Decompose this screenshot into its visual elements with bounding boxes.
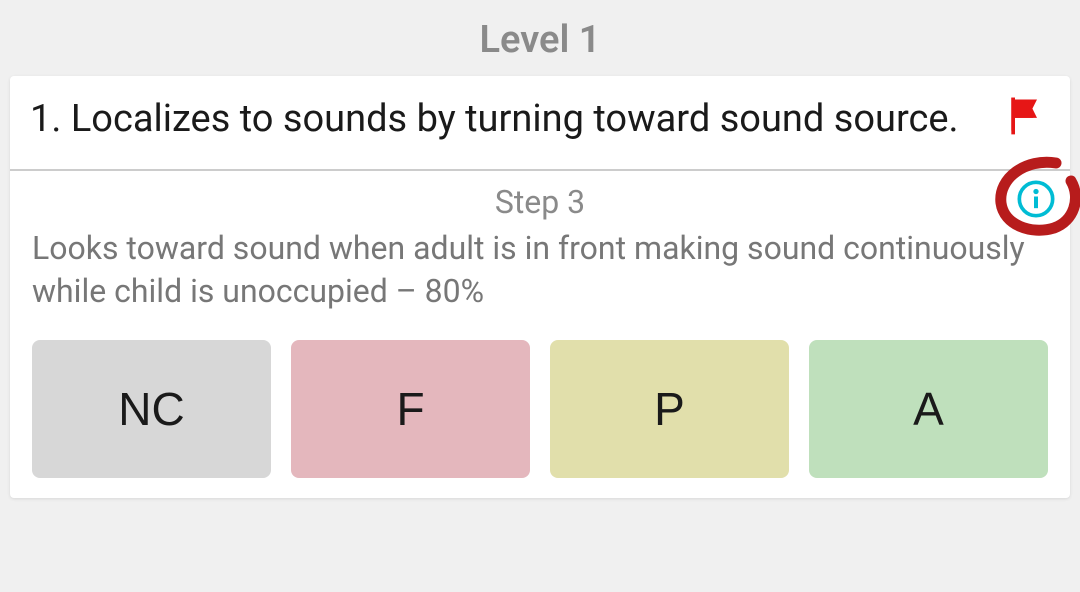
score-buttons-row: NC F P A [10, 314, 1070, 498]
question-number: 1. [30, 97, 71, 141]
score-button-p[interactable]: P [550, 340, 789, 478]
score-button-nc[interactable]: NC [32, 340, 271, 478]
question-card: 1. Localizes to sounds by turning toward… [10, 76, 1070, 498]
score-button-a[interactable]: A [809, 340, 1048, 478]
card-header: 1. Localizes to sounds by turning toward… [10, 76, 1070, 171]
step-description: Looks toward sound when adult is in fron… [30, 227, 1050, 313]
info-icon[interactable] [1016, 179, 1056, 223]
question-text: 1. Localizes to sounds by turning toward… [30, 94, 1050, 145]
flag-icon[interactable] [1004, 94, 1048, 142]
level-header: Level 1 [0, 0, 1080, 76]
score-button-f[interactable]: F [291, 340, 530, 478]
step-label: Step 3 [30, 183, 1050, 221]
question-body: Localizes to sounds by turning toward so… [71, 97, 959, 141]
step-section: Step 3 Looks toward sound when adult is … [10, 171, 1070, 313]
